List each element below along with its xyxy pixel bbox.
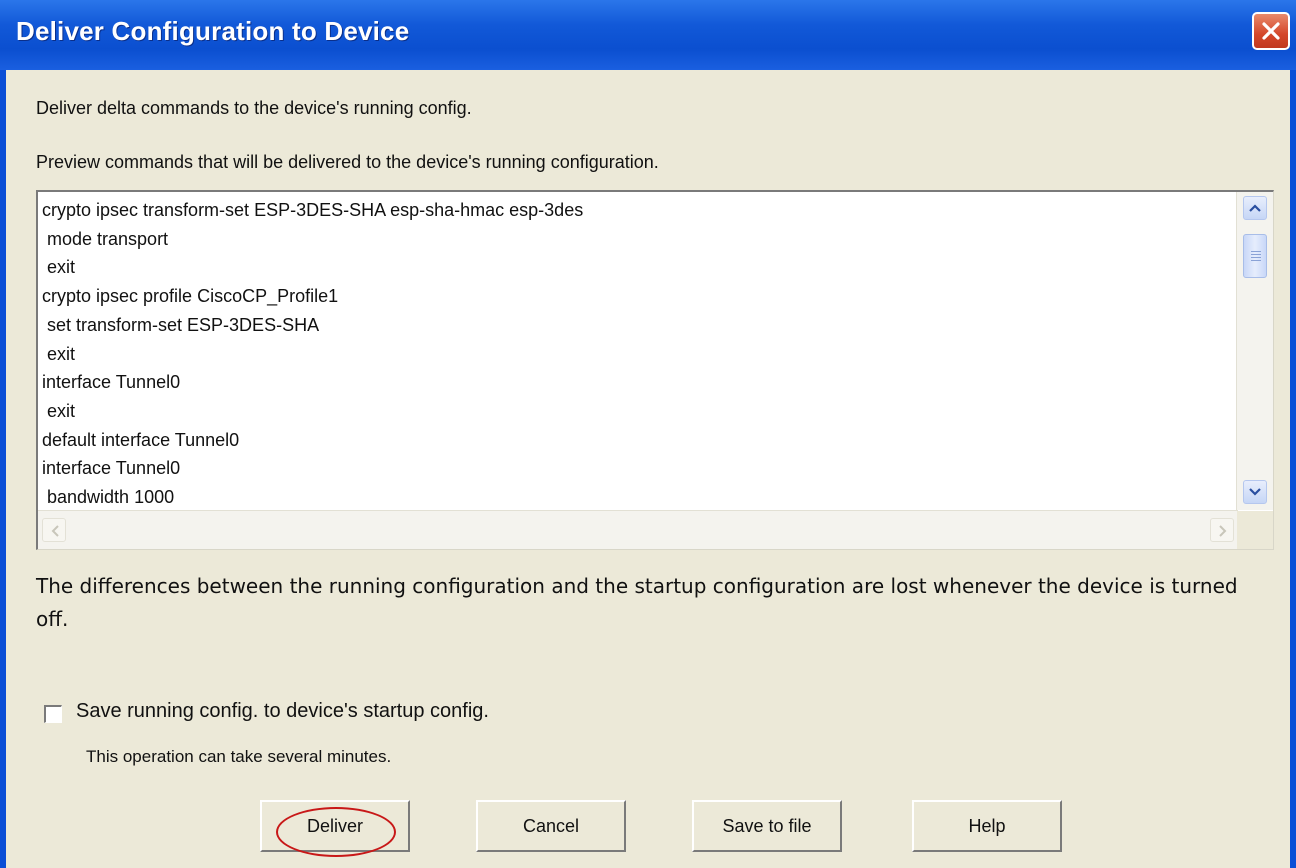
deliver-config-dialog: Deliver Configuration to Device Deliver … [0,0,1296,868]
scroll-up-button[interactable] [1243,196,1267,220]
scroll-left-button[interactable] [42,518,66,542]
scroll-down-button[interactable] [1243,480,1267,504]
save-to-file-button[interactable]: Save to file [692,800,842,852]
warning-text: The differences between the running conf… [36,574,1238,631]
save-startup-label[interactable]: Save running config. to device's startup… [76,700,489,723]
grip-line [1251,257,1261,258]
save-startup-checkbox[interactable] [44,705,62,723]
chevron-down-icon [1249,488,1261,496]
scroll-right-button[interactable] [1210,518,1234,542]
close-icon [1262,22,1280,40]
operation-note: This operation can take several minutes. [86,747,392,766]
cancel-button[interactable]: Cancel [476,800,626,852]
grip-line [1251,260,1261,261]
chevron-left-icon [51,525,59,537]
vertical-scroll-thumb[interactable] [1243,234,1267,278]
scrollbar-corner [1237,511,1273,549]
title-bar[interactable]: Deliver Configuration to Device [0,0,1296,70]
horizontal-scrollbar[interactable] [38,510,1238,549]
dialog-body: Deliver delta commands to the device's r… [6,70,1290,868]
deliver-highlight-annotation [276,807,396,857]
chevron-right-icon [1219,525,1227,537]
grip-line [1251,251,1261,252]
dialog-title: Deliver Configuration to Device [16,16,410,46]
preview-label: Preview commands that will be delivered … [36,152,659,172]
close-button[interactable] [1252,12,1290,50]
intro-text: Deliver delta commands to the device's r… [36,98,472,118]
vertical-scrollbar[interactable] [1236,192,1273,510]
commands-preview[interactable]: crypto ipsec transform-set ESP-3DES-SHA … [36,190,1274,550]
grip-line [1251,254,1261,255]
commands-text: crypto ipsec transform-set ESP-3DES-SHA … [42,200,584,508]
chevron-up-icon [1249,204,1261,212]
help-button[interactable]: Help [912,800,1062,852]
